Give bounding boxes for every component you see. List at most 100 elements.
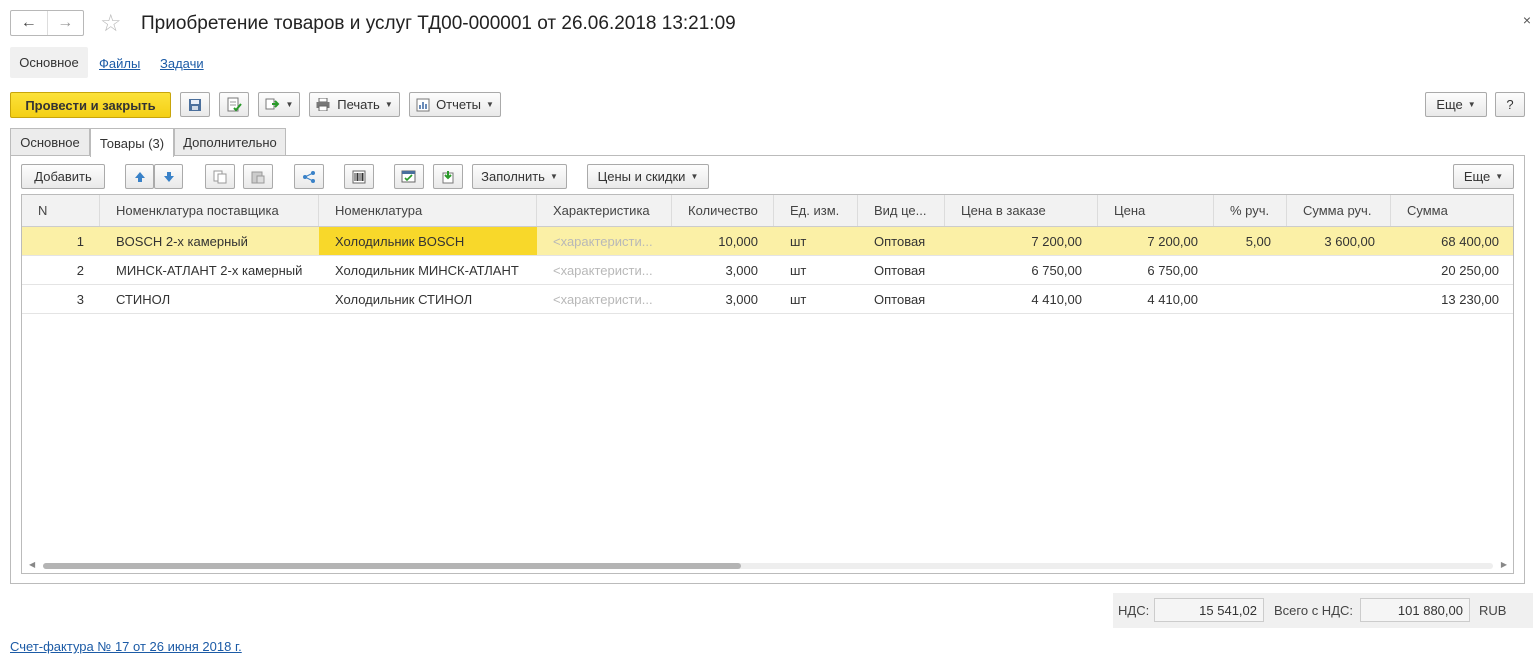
goods-table: N Номенклатура поставщика Номенклатура Х…	[21, 194, 1514, 574]
section-main[interactable]: Основное	[10, 47, 88, 78]
save-icon	[189, 98, 201, 111]
cell-price-type: Оптовая	[874, 262, 926, 278]
tab-main[interactable]: Основное	[10, 128, 90, 156]
close-icon[interactable]: ×	[1523, 12, 1531, 28]
chevron-down-icon: ▼	[486, 100, 494, 109]
pick-list-icon	[401, 170, 416, 182]
arrow-up-icon	[134, 171, 145, 182]
column-header-unit[interactable]: Ед. изм.	[774, 195, 858, 226]
currency-label: RUB	[1479, 603, 1507, 618]
cell-manual-pct	[1214, 285, 1287, 313]
barcode-button[interactable]	[344, 164, 374, 189]
cell-order-price: 4 410,00	[1031, 291, 1082, 307]
cell-sum: 13 230,00	[1441, 291, 1499, 307]
cell-quantity: 3,000	[725, 262, 758, 278]
cell-n: 3	[76, 291, 84, 307]
column-header-sum[interactable]: Сумма	[1391, 195, 1513, 226]
back-arrow-icon[interactable]: ←	[11, 11, 47, 35]
tab-extra[interactable]: Дополнительно	[174, 128, 286, 156]
cell-quantity: 3,000	[725, 291, 758, 307]
cell-price: 6 750,00	[1147, 262, 1198, 278]
cell-price-type: Оптовая	[874, 233, 926, 249]
cell-supplier-item: СТИНОЛ	[116, 291, 171, 307]
create-based-on-button[interactable]: ▼	[258, 92, 300, 117]
column-header-quantity[interactable]: Количество	[672, 195, 774, 226]
scroll-right-icon[interactable]: ▶	[1501, 560, 1507, 569]
cell-item[interactable]: Холодильник BOSCH	[319, 227, 537, 255]
save-button[interactable]	[180, 92, 210, 117]
cell-supplier-item: BOSCH 2-х камерный	[116, 233, 248, 249]
column-header-price-type[interactable]: Вид це...	[858, 195, 945, 226]
cell-price: 4 410,00	[1147, 291, 1198, 307]
prices-discounts-label: Цены и скидки	[597, 169, 686, 184]
fill-button[interactable]: Заполнить ▼	[472, 164, 567, 189]
load-from-file-button[interactable]	[433, 164, 463, 189]
pick-items-button[interactable]	[394, 164, 424, 189]
cell-supplier-item: МИНСК-АТЛАНТ 2-х камерный	[116, 262, 303, 278]
vat-value-field: 15 541,02	[1154, 598, 1264, 622]
column-header-manual-pct[interactable]: % руч.	[1214, 195, 1287, 226]
star-icon[interactable]: ☆	[100, 9, 122, 38]
column-header-order-price[interactable]: Цена в заказе	[945, 195, 1098, 226]
copy-button[interactable]	[205, 164, 235, 189]
tab-goods[interactable]: Товары (3)	[90, 128, 174, 157]
post-button[interactable]	[219, 92, 249, 117]
more-button[interactable]: Еще ▼	[1425, 92, 1487, 117]
prices-discounts-button[interactable]: Цены и скидки ▼	[587, 164, 709, 189]
cell-unit: шт	[790, 291, 807, 307]
section-tasks-link[interactable]: Задачи	[160, 56, 204, 71]
table-more-button[interactable]: Еще ▼	[1453, 164, 1514, 189]
move-down-button[interactable]	[154, 164, 183, 189]
scrollbar-thumb[interactable]	[43, 563, 741, 569]
column-header-manual-sum[interactable]: Сумма руч.	[1287, 195, 1391, 226]
cell-characteristic: <характеристи...	[553, 291, 653, 307]
table-row[interactable]: 1 BOSCH 2-х камерный Холодильник BOSCH <…	[22, 227, 1513, 256]
horizontal-scrollbar[interactable]: ◀ ▶	[29, 560, 1507, 571]
cell-manual-sum	[1287, 256, 1391, 284]
printer-icon	[316, 98, 330, 111]
cell-price: 7 200,00	[1147, 233, 1198, 249]
table-row[interactable]: 2 МИНСК-АТЛАНТ 2-х камерный Холодильник …	[22, 256, 1513, 285]
table-row[interactable]: 3 СТИНОЛ Холодильник СТИНОЛ <характерист…	[22, 285, 1513, 314]
cell-unit: шт	[790, 233, 807, 249]
help-button[interactable]: ?	[1495, 92, 1525, 117]
add-button[interactable]: Добавить	[21, 164, 105, 189]
cell-order-price: 6 750,00	[1031, 262, 1082, 278]
vat-label: НДС:	[1118, 603, 1150, 618]
cell-item: Холодильник МИНСК-АТЛАНТ	[335, 262, 519, 278]
column-header-supplier-item[interactable]: Номенклатура поставщика	[100, 195, 319, 226]
structure-button[interactable]	[294, 164, 324, 189]
cell-manual-sum	[1287, 285, 1391, 313]
cell-n: 2	[76, 262, 84, 278]
section-files-link[interactable]: Файлы	[99, 56, 140, 71]
create-based-icon	[265, 98, 279, 109]
cell-characteristic: <характеристи...	[553, 262, 653, 278]
post-document-icon	[227, 97, 242, 111]
totals-bar: НДС: 15 541,02 Всего с НДС: 101 880,00 R…	[1113, 593, 1533, 628]
column-header-characteristic[interactable]: Характеристика	[537, 195, 672, 226]
cell-order-price: 7 200,00	[1031, 233, 1082, 249]
fill-label: Заполнить	[481, 169, 545, 184]
total-value-field: 101 880,00	[1360, 598, 1470, 622]
column-header-item[interactable]: Номенклатура	[319, 195, 537, 226]
post-and-close-button[interactable]: Провести и закрыть	[10, 92, 171, 118]
scroll-left-icon[interactable]: ◀	[29, 560, 35, 569]
reports-button[interactable]: Отчеты ▼	[409, 92, 501, 117]
chevron-down-icon: ▼	[285, 100, 294, 109]
invoice-link[interactable]: Счет-фактура № 17 от 26 июня 2018 г.	[10, 639, 242, 654]
cell-unit: шт	[790, 262, 807, 278]
paste-button[interactable]	[243, 164, 273, 189]
cell-price-type: Оптовая	[874, 291, 926, 307]
copy-icon	[213, 170, 227, 183]
column-header-n[interactable]: N	[22, 195, 100, 226]
total-label: Всего с НДС:	[1274, 603, 1354, 618]
cell-manual-pct: 5,00	[1245, 233, 1271, 249]
forward-arrow-icon[interactable]: →	[46, 11, 84, 35]
chevron-down-icon: ▼	[549, 172, 558, 181]
move-up-button[interactable]	[125, 164, 154, 189]
print-button[interactable]: Печать ▼	[309, 92, 400, 117]
more-label: Еще	[1436, 97, 1463, 112]
cell-quantity: 10,000	[718, 233, 758, 249]
column-header-price[interactable]: Цена	[1098, 195, 1214, 226]
cell-manual-sum: 3 600,00	[1324, 233, 1375, 249]
